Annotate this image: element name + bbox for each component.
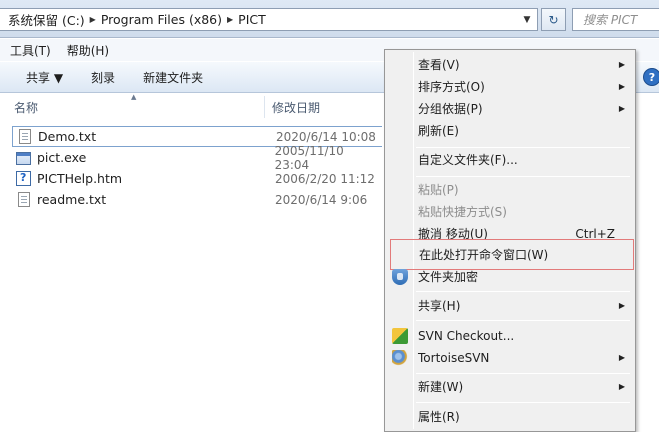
tortoisesvn-icon	[392, 349, 408, 366]
file-row[interactable]: readme.txt 2020/6/14 9:06	[12, 189, 382, 210]
breadcrumb[interactable]: 系统保留 (C:) ▶ Program Files (x86) ▶ PICT	[0, 8, 538, 31]
menu-item-label: 查看(V)	[418, 58, 460, 72]
menu-item-label: 在此处打开命令窗口(W)	[419, 248, 549, 262]
menu-item-label: 粘贴快捷方式(S)	[418, 205, 507, 219]
menu-item-label: 共享(H)	[418, 299, 461, 313]
menu-item-paste[interactable]: 粘贴(P)	[387, 179, 633, 200]
file-row[interactable]: PICTHelp.htm 2006/2/20 11:12	[12, 168, 382, 189]
menu-item-customize-folder[interactable]: 自定义文件夹(F)...	[387, 149, 633, 170]
menu-item-paste-shortcut[interactable]: 粘贴快捷方式(S)	[387, 201, 633, 222]
menu-item-label: TortoiseSVN	[418, 350, 490, 365]
column-header-name[interactable]: 名称	[14, 96, 38, 118]
menu-separator	[416, 176, 630, 177]
file-name: Demo.txt	[38, 129, 97, 144]
file-date: 2020/6/14 9:06	[275, 192, 368, 207]
menu-separator	[416, 373, 630, 374]
menu-item-label: SVN Checkout...	[418, 328, 515, 343]
address-bar-area: 系统保留 (C:) ▶ Program Files (x86) ▶ PICT ▼…	[0, 0, 659, 38]
menu-item-folder-encrypt[interactable]: 文件夹加密	[387, 266, 633, 287]
search-input[interactable]: 搜索 PICT	[572, 8, 659, 31]
menu-item-label: 粘贴(P)	[418, 183, 459, 197]
shield-icon	[392, 268, 408, 285]
menu-item-label: 排序方式(O)	[418, 80, 485, 94]
menu-item-label: 自定义文件夹(F)...	[418, 153, 518, 167]
sort-ascending-icon: ▲	[131, 93, 137, 101]
menu-item-sort[interactable]: 排序方式(O) ▶	[387, 76, 633, 97]
menu-help[interactable]: 帮助(H)	[67, 42, 109, 59]
menu-item-tortoisesvn[interactable]: TortoiseSVN ▶	[387, 347, 633, 368]
file-date: 2020/6/14 10:08	[276, 129, 376, 144]
menu-separator	[416, 291, 630, 292]
menu-item-properties[interactable]: 属性(R)	[387, 406, 633, 427]
menu-separator	[416, 147, 630, 148]
menu-item-label: 文件夹加密	[418, 270, 479, 284]
menu-item-label: 刷新(E)	[418, 124, 459, 138]
burn-button[interactable]: 刻录	[91, 69, 115, 86]
menu-item-refresh[interactable]: 刷新(E)	[387, 120, 633, 141]
share-button[interactable]: 共享 ▼	[26, 69, 63, 86]
column-divider[interactable]	[264, 96, 265, 118]
column-header-modified[interactable]: 修改日期	[272, 96, 320, 118]
menu-separator	[416, 402, 630, 403]
address-history-dropdown-icon[interactable]: ▼	[518, 9, 536, 30]
menu-item-label: 属性(R)	[418, 410, 460, 424]
menu-item-label: 分组依据(P)	[418, 102, 483, 116]
new-folder-button[interactable]: 新建文件夹	[143, 69, 203, 86]
file-name: pict.exe	[37, 150, 87, 165]
text-file-icon	[16, 191, 32, 208]
submenu-arrow-icon: ▶	[618, 104, 625, 113]
file-name: readme.txt	[37, 192, 107, 207]
submenu-arrow-icon: ▶	[618, 82, 625, 91]
submenu-arrow-icon: ▶	[618, 60, 625, 69]
menu-item-new[interactable]: 新建(W) ▶	[387, 376, 633, 397]
context-menu: 查看(V) ▶ 排序方式(O) ▶ 分组依据(P) ▶ 刷新(E) 自定义文件夹…	[384, 49, 636, 432]
menu-tools[interactable]: 工具(T)	[10, 42, 51, 59]
help-file-icon	[16, 170, 32, 187]
menu-item-view[interactable]: 查看(V) ▶	[387, 54, 633, 75]
submenu-arrow-icon: ▶	[618, 301, 625, 310]
breadcrumb-program-files[interactable]: Program Files (x86)	[101, 12, 222, 27]
file-row[interactable]: pict.exe 2005/11/10 23:04	[12, 144, 382, 172]
text-file-icon	[17, 128, 33, 145]
submenu-arrow-icon: ▶	[618, 353, 625, 362]
menu-separator	[416, 320, 630, 321]
help-icon[interactable]: ?	[643, 68, 659, 86]
breadcrumb-drive[interactable]: 系统保留 (C:)	[8, 10, 85, 29]
menu-item-label: 新建(W)	[418, 380, 464, 394]
submenu-arrow-icon: ▶	[618, 382, 625, 391]
file-name: PICTHelp.htm	[37, 171, 123, 186]
file-date: 2006/2/20 11:12	[275, 171, 375, 186]
breadcrumb-arrow-icon[interactable]: ▶	[90, 15, 96, 24]
svn-checkout-icon	[392, 327, 408, 344]
breadcrumb-pict[interactable]: PICT	[238, 12, 266, 27]
breadcrumb-arrow-icon[interactable]: ▶	[227, 15, 233, 24]
menu-item-group[interactable]: 分组依据(P) ▶	[387, 98, 633, 119]
menu-item-share[interactable]: 共享(H) ▶	[387, 295, 633, 316]
exe-file-icon	[16, 150, 32, 166]
menu-item-svn-checkout[interactable]: SVN Checkout...	[387, 325, 633, 346]
refresh-icon[interactable]: ↻	[541, 8, 566, 31]
